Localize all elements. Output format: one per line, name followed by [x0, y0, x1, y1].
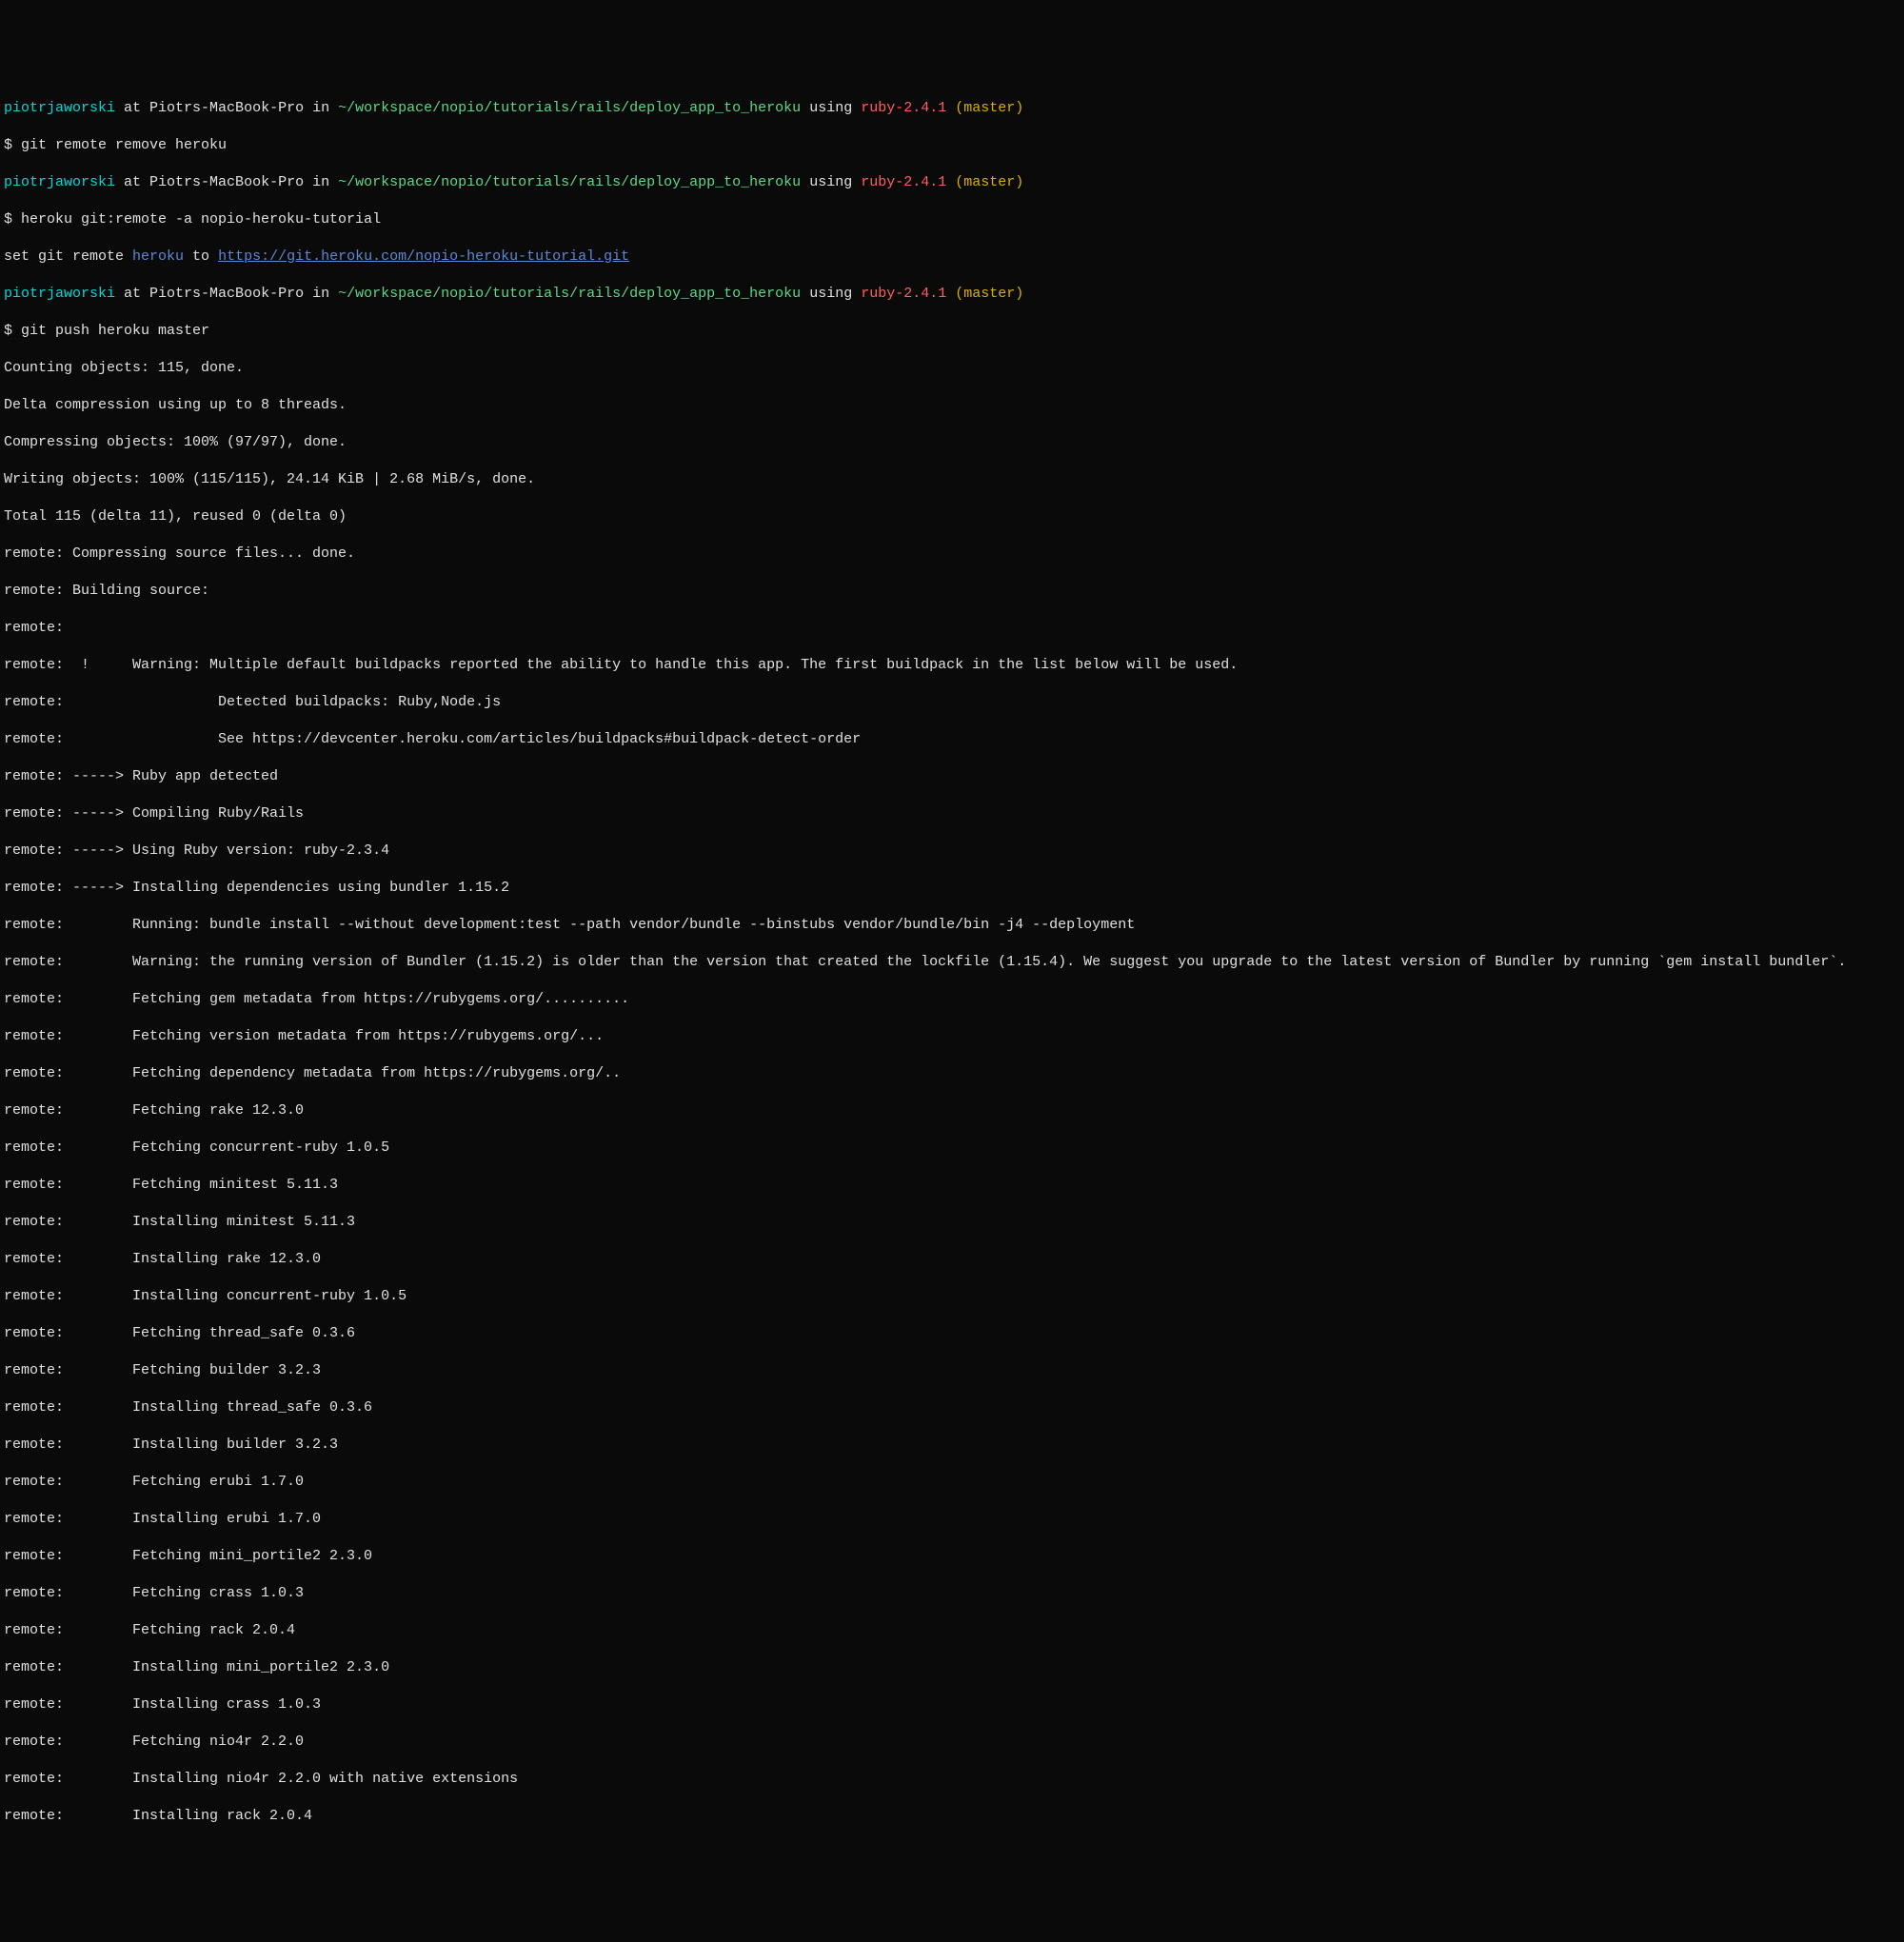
output-line: remote: Installing mini_portile2 2.3.0: [4, 1658, 1900, 1677]
output-line: remote: Fetching crass 1.0.3: [4, 1584, 1900, 1603]
output-line: remote: -----> Installing dependencies u…: [4, 879, 1900, 898]
output-line: remote: Installing erubi 1.7.0: [4, 1510, 1900, 1529]
output-line: remote: -----> Ruby app detected: [4, 767, 1900, 786]
output-line: remote: Fetching dependency metadata fro…: [4, 1064, 1900, 1083]
output-line: remote: Fetching concurrent-ruby 1.0.5: [4, 1139, 1900, 1158]
output-line: remote: See https://devcenter.heroku.com…: [4, 730, 1900, 749]
output-line: remote: Fetching erubi 1.7.0: [4, 1473, 1900, 1492]
ruby-version: ruby-2.4.1: [861, 100, 946, 116]
output-line: remote: Fetching rake 12.3.0: [4, 1101, 1900, 1120]
output-line: remote: -----> Compiling Ruby/Rails: [4, 804, 1900, 823]
command-line: $ git push heroku master: [4, 322, 1900, 341]
output-line: remote: Installing minitest 5.11.3: [4, 1213, 1900, 1232]
output-line: remote: Building source:: [4, 582, 1900, 601]
output-line: remote:: [4, 619, 1900, 638]
output-line: remote: Detected buildpacks: Ruby,Node.j…: [4, 693, 1900, 712]
output-line: remote: ! Warning: Multiple default buil…: [4, 656, 1900, 675]
shell-prompt-line: piotrjaworski at Piotrs-MacBook-Pro in ~…: [4, 99, 1900, 118]
output-line: remote: Compressing source files... done…: [4, 545, 1900, 564]
output-line: remote: Fetching version metadata from h…: [4, 1027, 1900, 1046]
prompt-user: piotrjaworski: [4, 100, 115, 116]
output-line: remote: Installing concurrent-ruby 1.0.5: [4, 1287, 1900, 1306]
remote-name: heroku: [132, 248, 184, 265]
output-line: remote: Fetching minitest 5.11.3: [4, 1176, 1900, 1195]
terminal-output[interactable]: piotrjaworski at Piotrs-MacBook-Pro in ~…: [4, 80, 1900, 1844]
shell-prompt-line: piotrjaworski at Piotrs-MacBook-Pro in ~…: [4, 285, 1900, 304]
output-line: remote: Warning: the running version of …: [4, 953, 1900, 972]
output-line: remote: Installing builder 3.2.3: [4, 1436, 1900, 1455]
output-line: Counting objects: 115, done.: [4, 359, 1900, 378]
command-line: $ git remote remove heroku: [4, 136, 1900, 155]
output-line: remote: Running: bundle install --withou…: [4, 916, 1900, 935]
shell-prompt-line: piotrjaworski at Piotrs-MacBook-Pro in ~…: [4, 173, 1900, 192]
output-line: remote: Installing rack 2.0.4: [4, 1807, 1900, 1826]
output-line: set git remote heroku to https://git.her…: [4, 248, 1900, 267]
output-line: remote: Fetching nio4r 2.2.0: [4, 1733, 1900, 1752]
command-line: $ heroku git:remote -a nopio-heroku-tuto…: [4, 210, 1900, 229]
output-line: remote: Fetching gem metadata from https…: [4, 990, 1900, 1009]
output-line: Total 115 (delta 11), reused 0 (delta 0): [4, 507, 1900, 526]
output-line: Delta compression using up to 8 threads.: [4, 396, 1900, 415]
output-line: remote: Fetching thread_safe 0.3.6: [4, 1324, 1900, 1343]
output-line: remote: -----> Using Ruby version: ruby-…: [4, 842, 1900, 861]
output-line: Writing objects: 100% (115/115), 24.14 K…: [4, 470, 1900, 489]
output-line: remote: Installing rake 12.3.0: [4, 1250, 1900, 1269]
output-line: remote: Fetching mini_portile2 2.3.0: [4, 1547, 1900, 1566]
heroku-git-url: https://git.heroku.com/nopio-heroku-tuto…: [218, 248, 629, 265]
prompt-path: ~/workspace/nopio/tutorials/rails/deploy…: [338, 100, 801, 116]
output-line: remote: Fetching rack 2.0.4: [4, 1621, 1900, 1640]
output-line: remote: Installing thread_safe 0.3.6: [4, 1398, 1900, 1417]
output-line: remote: Installing nio4r 2.2.0 with nati…: [4, 1770, 1900, 1789]
output-line: Compressing objects: 100% (97/97), done.: [4, 433, 1900, 452]
output-line: remote: Fetching builder 3.2.3: [4, 1361, 1900, 1380]
git-branch: (master): [946, 100, 1023, 116]
output-line: remote: Installing crass 1.0.3: [4, 1695, 1900, 1714]
